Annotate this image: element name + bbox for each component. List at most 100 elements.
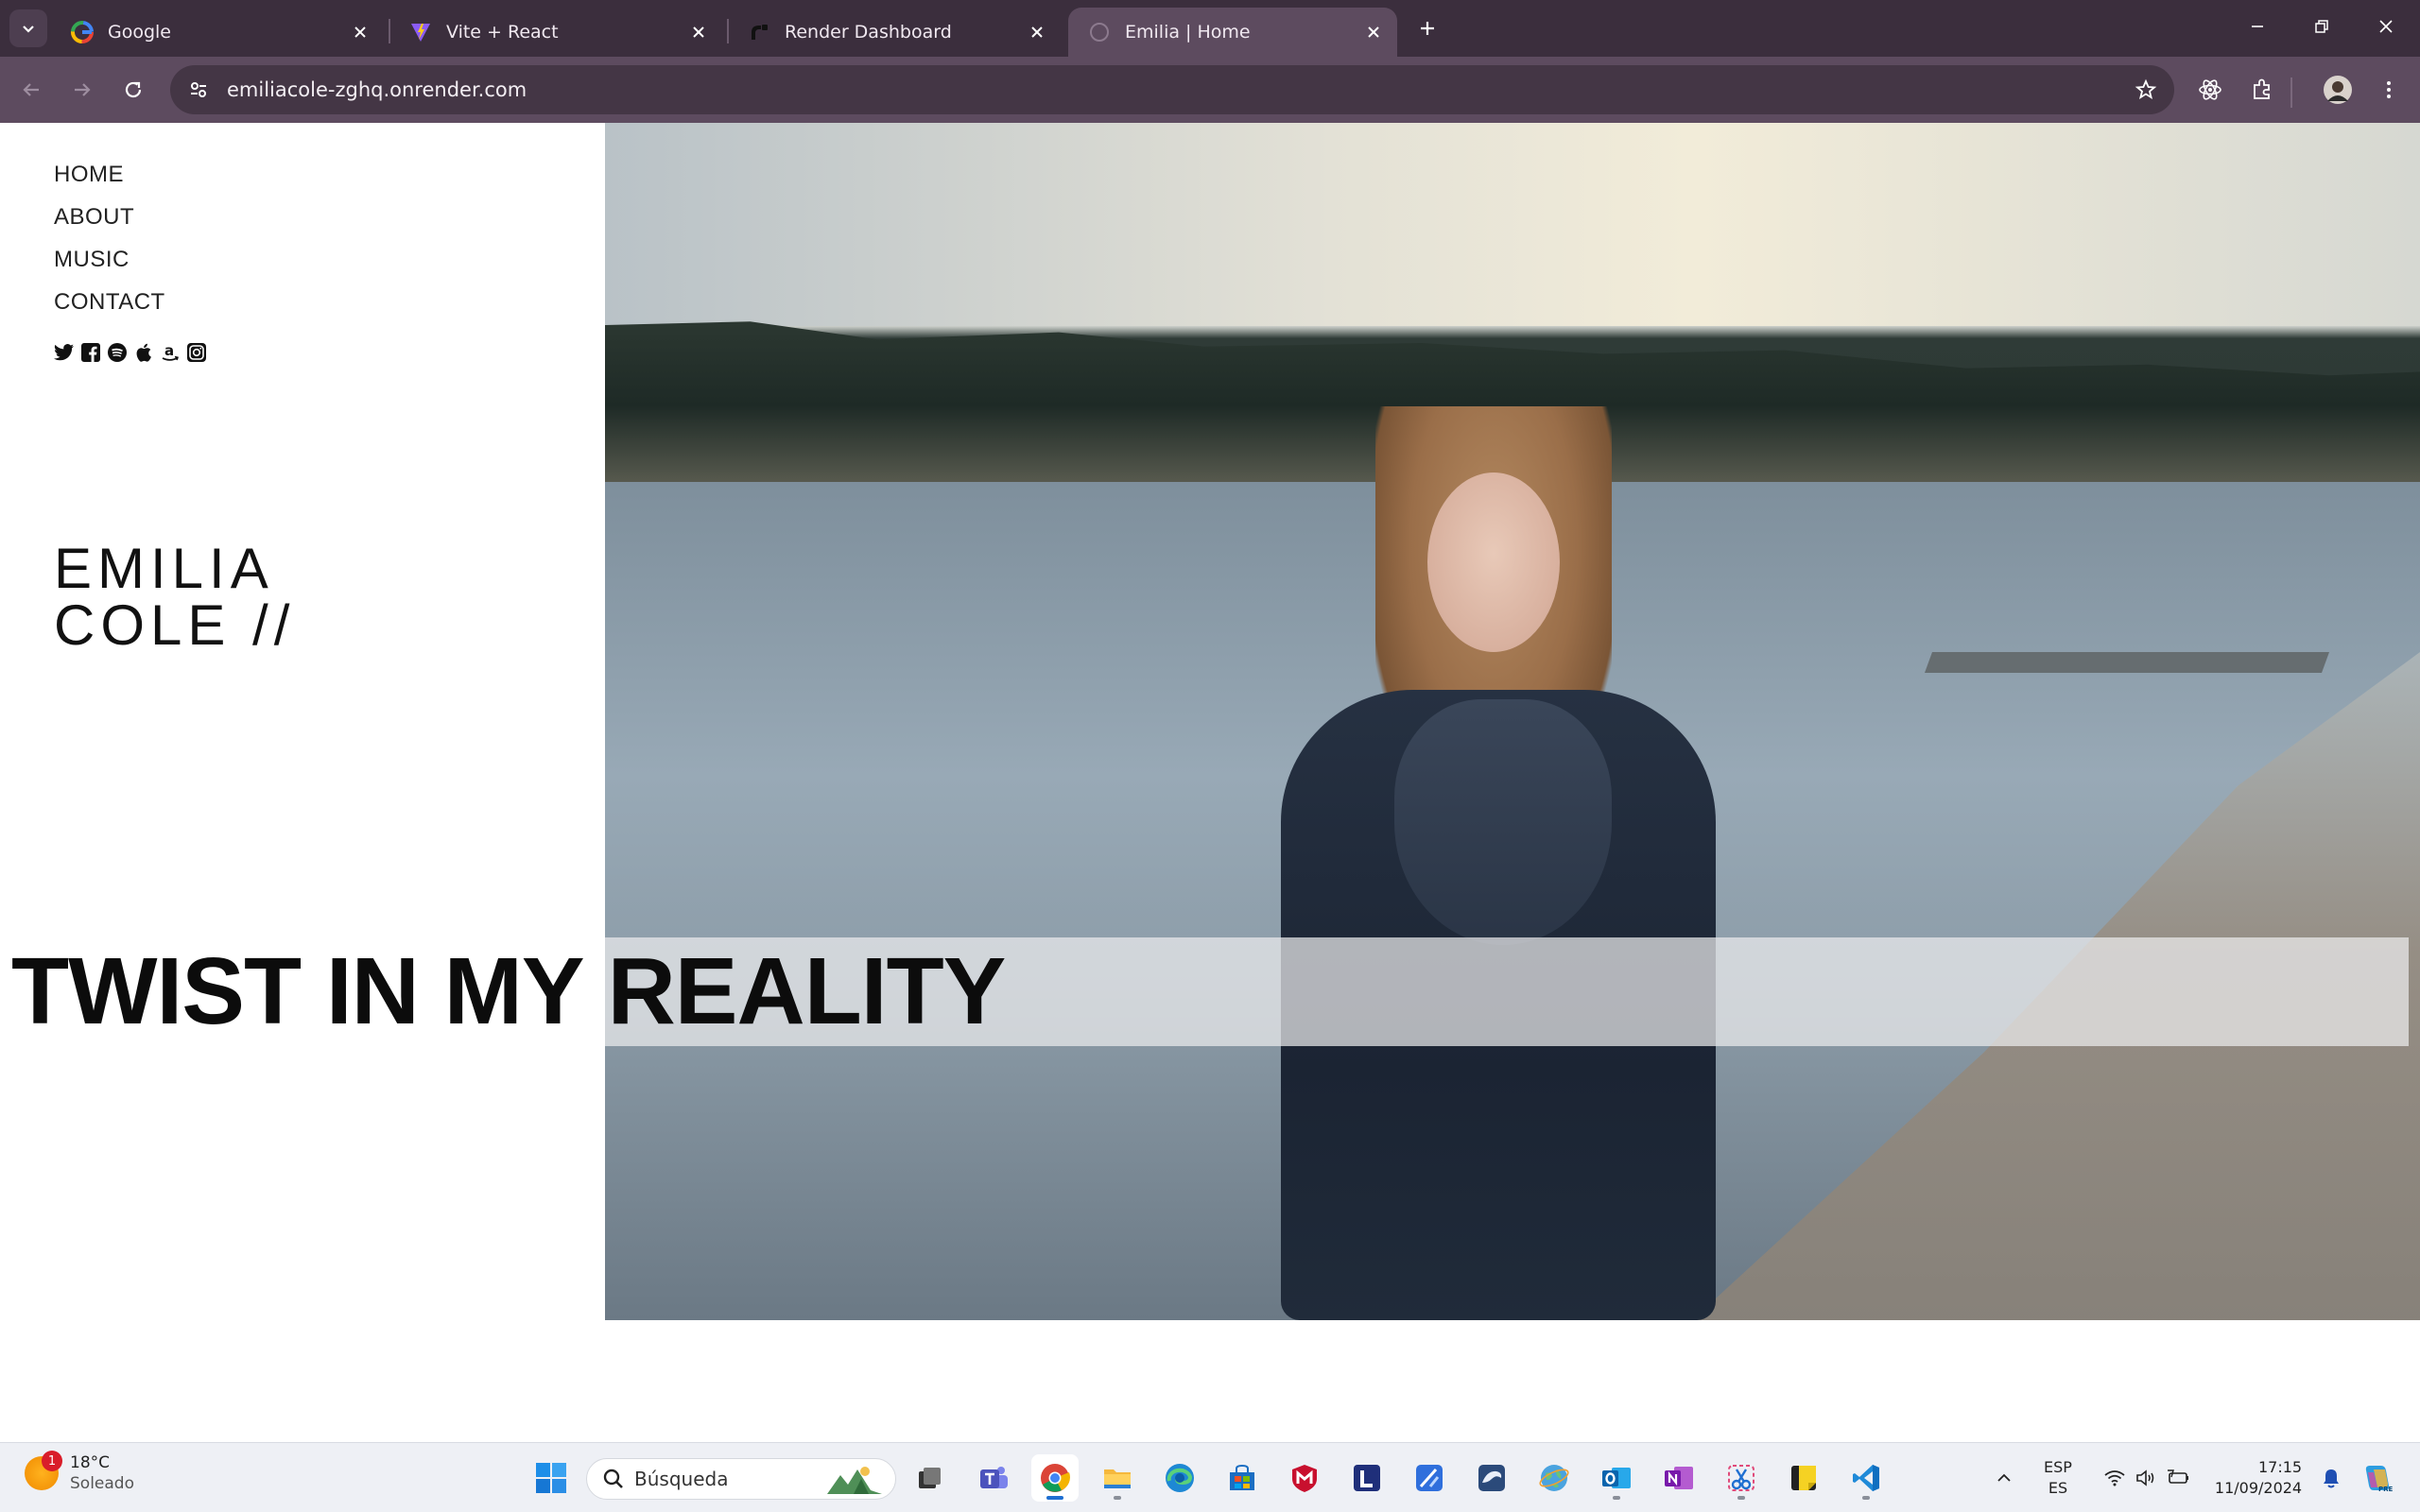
chevron-up-icon [1997, 1473, 2011, 1482]
onenote-icon [1665, 1467, 1693, 1489]
sticky-notes-app[interactable] [1780, 1454, 1827, 1502]
start-icon [536, 1463, 566, 1493]
nav-home-link[interactable]: HOME [54, 153, 165, 196]
tab-title: Vite + React [446, 22, 559, 43]
mcafee-app[interactable] [1281, 1454, 1328, 1502]
vector-app[interactable] [1406, 1454, 1453, 1502]
google-icon [70, 20, 95, 44]
globe-app[interactable] [1530, 1454, 1578, 1502]
twitter-icon[interactable] [54, 342, 75, 363]
minimize-button[interactable] [2238, 8, 2276, 45]
spotify-icon[interactable] [107, 342, 128, 363]
forward-button[interactable] [62, 70, 102, 110]
site-settings-icon[interactable] [174, 65, 223, 114]
sticky-notes-icon [1791, 1466, 1816, 1490]
nav-about-link[interactable]: ABOUT [54, 196, 165, 238]
hero-sky [605, 123, 2420, 326]
clock-date: 11/09/2024 [2214, 1479, 2303, 1497]
artist-name: EMILIA COLE // [54, 541, 295, 654]
running-indicator [1862, 1496, 1870, 1500]
search-highlight-illustration [827, 1467, 882, 1494]
tab-google[interactable]: Google [51, 8, 384, 57]
keyboard-layout: ES [2048, 1479, 2068, 1497]
hero-face [1427, 472, 1560, 652]
extension-react-devtools-icon[interactable] [2190, 70, 2230, 110]
teams-icon [980, 1467, 1008, 1488]
sql-app[interactable] [1468, 1454, 1515, 1502]
svg-text:a: a [164, 342, 174, 359]
new-tab-button[interactable] [1412, 13, 1443, 43]
running-indicator [1114, 1496, 1121, 1500]
browser-menu-button[interactable] [2369, 70, 2409, 110]
vite-icon [408, 20, 433, 44]
chevron-down-icon [23, 26, 34, 33]
close-tab-icon[interactable] [1023, 18, 1051, 46]
tab-search-button[interactable] [9, 9, 47, 47]
bell-icon [2324, 1469, 2339, 1488]
bookmark-star-icon[interactable] [2125, 69, 2167, 111]
running-indicator [1737, 1496, 1745, 1500]
show-hidden-icons-button[interactable] [1985, 1452, 2023, 1503]
vector-app-icon [1416, 1465, 1443, 1491]
task-view-button[interactable] [906, 1454, 953, 1502]
chrome-app[interactable] [1031, 1454, 1079, 1502]
nav-contact-link[interactable]: CONTACT [54, 281, 165, 323]
hero-photo [605, 123, 2420, 1320]
close-tab-icon[interactable] [684, 18, 713, 46]
sql-dolphin-icon [1478, 1465, 1505, 1491]
tab-emilia-home[interactable]: Emilia | Home [1068, 8, 1397, 57]
extensions-puzzle-icon[interactable] [2242, 70, 2282, 110]
hero-headline: TWIST IN MY REALITY [11, 938, 1006, 1044]
outlook-icon [1602, 1468, 1631, 1488]
vscode-icon [1853, 1465, 1879, 1491]
tab-title: Emilia | Home [1125, 22, 1251, 43]
reload-button[interactable] [113, 70, 153, 110]
browser-toolbar: emiliacole-zghq.onrender.com [0, 57, 2420, 123]
start-button[interactable] [527, 1454, 575, 1502]
address-bar[interactable]: emiliacole-zghq.onrender.com [170, 65, 2174, 114]
nav-music-link[interactable]: MUSIC [54, 238, 165, 281]
chrome-icon [1041, 1464, 1070, 1492]
weather-widget[interactable]: 1 18°C Soleado [25, 1451, 134, 1494]
tab-render-dashboard[interactable]: Render Dashboard [728, 8, 1061, 57]
language-indicator[interactable]: ESP ES [2034, 1452, 2082, 1503]
mcafee-icon [1292, 1465, 1317, 1492]
file-explorer-app[interactable] [1094, 1454, 1141, 1502]
running-indicator [1046, 1496, 1063, 1500]
apple-icon[interactable] [133, 342, 154, 363]
teams-app[interactable] [970, 1454, 1017, 1502]
edge-app[interactable] [1156, 1454, 1203, 1502]
url-text[interactable]: emiliacole-zghq.onrender.com [227, 78, 2125, 101]
close-tab-icon[interactable] [1359, 18, 1388, 46]
taskbar-search[interactable]: Búsqueda [586, 1458, 896, 1500]
amazon-icon[interactable]: a [160, 342, 181, 363]
vscode-app[interactable] [1842, 1454, 1890, 1502]
arrow-right-icon [75, 83, 91, 96]
store-app[interactable] [1219, 1454, 1266, 1502]
close-window-button[interactable] [2367, 8, 2405, 45]
back-button[interactable] [11, 70, 51, 110]
l-app[interactable] [1343, 1454, 1391, 1502]
instagram-icon[interactable] [186, 342, 207, 363]
restore-icon [2315, 20, 2328, 33]
search-icon [593, 1458, 634, 1500]
clock-time: 17:15 [2258, 1458, 2303, 1476]
file-explorer-icon [1104, 1469, 1131, 1488]
restore-button[interactable] [2303, 8, 2341, 45]
facebook-icon[interactable] [80, 342, 101, 363]
close-tab-icon[interactable] [346, 18, 374, 46]
artist-first-name: EMILIA [54, 537, 274, 600]
outlook-app[interactable] [1593, 1454, 1640, 1502]
snipping-tool-app[interactable] [1718, 1454, 1765, 1502]
close-icon [2379, 20, 2393, 33]
system-status-group[interactable] [2095, 1452, 2199, 1503]
social-links: a [54, 342, 207, 363]
notifications-button[interactable] [2314, 1452, 2348, 1503]
copilot-button[interactable]: PRE [2354, 1452, 2401, 1503]
tab-vite-react[interactable]: Vite + React [389, 8, 722, 57]
artist-last-name: COLE // [54, 593, 296, 657]
profile-avatar[interactable] [2318, 70, 2358, 110]
clock[interactable]: 17:15 11/09/2024 [2206, 1452, 2310, 1503]
toolbar-divider [2290, 77, 2292, 108]
onenote-app[interactable] [1655, 1454, 1703, 1502]
